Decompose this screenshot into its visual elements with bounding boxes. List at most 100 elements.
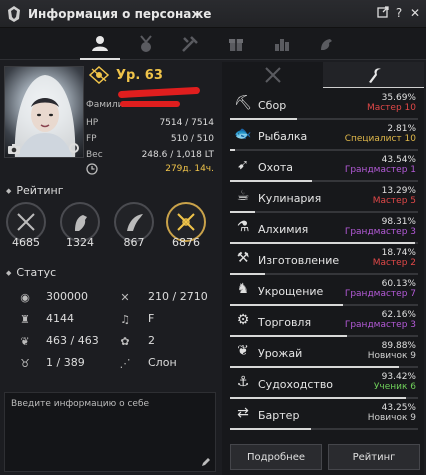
skill-progress-track [230, 211, 418, 213]
crossed-axes-icon [177, 213, 195, 231]
life-skill-row[interactable]: ⚒ Изготовление 18.74% Мастер 2 [230, 247, 418, 275]
tab-tools[interactable] [170, 28, 210, 60]
character-level: Ур. 63 [116, 68, 163, 83]
skill-percent: 2.81% [387, 124, 416, 134]
skill-percent: 43.25% [381, 403, 416, 413]
skill-percent: 60.13% [381, 279, 416, 289]
barter-icon: ⇄ [237, 405, 249, 421]
skill-percent: 62.16% [381, 310, 416, 320]
life-skill-row[interactable]: ➹ Охота 43.54% Грандмастер 1 [230, 154, 418, 182]
skill-progress-track [230, 304, 418, 306]
weight-row: Вес 248.6 / 1,018 LT [86, 150, 214, 160]
sailing-icon: ⚓ [236, 374, 250, 390]
coins-icon: ◉ [20, 290, 30, 304]
hp-label: HP [86, 118, 99, 128]
skill-name: Рыбалка [258, 130, 308, 143]
life-skill-row[interactable]: ♞ Укрощение 60.13% Грандмастер 7 [230, 278, 418, 306]
skill-percent: 93.42% [381, 372, 416, 382]
tab-medal[interactable] [126, 28, 166, 60]
tab-gift[interactable] [216, 28, 256, 60]
skill-progress-track [230, 242, 418, 244]
skill-progress-track [230, 428, 418, 430]
skill-progress-fill [230, 366, 399, 368]
skill-progress-track [230, 180, 418, 182]
skill-progress-fill [230, 211, 255, 213]
skill-tabs [222, 62, 424, 88]
skill-progress-fill [230, 397, 406, 399]
help-icon[interactable]: ? [392, 6, 406, 20]
life-skill-row[interactable]: ⚗ Алхимия 98.31% Грандмастер 3 [230, 216, 418, 244]
sickle-icon [368, 67, 381, 83]
settings-icon[interactable] [68, 142, 80, 154]
skill-rank: Специалист 10 [344, 134, 416, 144]
cooking-icon: ☕ [236, 188, 250, 204]
tab-combat[interactable] [222, 62, 323, 88]
rating-button[interactable]: Рейтинг [328, 444, 420, 470]
life-skill-row[interactable]: ⚙ Торговля 62.16% Грандмастер 3 [230, 309, 418, 337]
skill-progress-fill [230, 428, 312, 430]
horse-icon [75, 215, 87, 231]
camera-icon[interactable] [8, 144, 20, 154]
amity-icon: ✿ [120, 334, 130, 348]
skill-name: Бартер [258, 409, 300, 422]
rating-title: Рейтинг [6, 184, 63, 197]
rating-value-4: 6876 [172, 236, 200, 249]
life-skill-row[interactable]: 🐟 Рыбалка 2.81% Специалист 10 [230, 123, 418, 151]
alchemy-icon: ⚗ [236, 219, 250, 235]
fish-hook-icon [127, 214, 143, 231]
skill-progress-fill [230, 273, 266, 275]
skill-progress-track [230, 335, 418, 337]
about-input[interactable]: Введите информацию о себе [4, 392, 216, 472]
skill-progress-track [230, 149, 418, 151]
life-skill-row[interactable]: ⇄ Бартер 43.25% Новичок 9 [230, 402, 418, 430]
title-bar: Информация о персонаже ? ✕ [0, 0, 426, 28]
tab-pet[interactable] [306, 28, 346, 60]
export-icon[interactable] [376, 6, 390, 20]
life-skill-row[interactable]: ☕ Кулинария 13.29% Мастер 5 [230, 185, 418, 213]
details-button[interactable]: Подробнее [230, 444, 322, 470]
character-panel: Ур. 63 Фамилия: HP 7514 / 7514 FP 510 / 51… [0, 62, 218, 475]
training-icon: ♞ [236, 281, 250, 297]
hp-value: 7514 / 7514 [159, 118, 214, 128]
skill-percent: 98.31% [381, 217, 416, 227]
skill-percent: 89.88% [381, 341, 416, 351]
tab-life[interactable] [323, 62, 424, 88]
skill-rank: Грандмастер 3 [344, 227, 416, 237]
tab-character[interactable] [80, 28, 120, 60]
music-note-icon: ♫ [120, 312, 130, 326]
skill-rank: Грандмастер 1 [344, 165, 416, 175]
edit-pencil-icon[interactable] [201, 457, 211, 467]
fp-value: 510 / 510 [170, 134, 214, 144]
gift-icon [229, 39, 243, 51]
medal-icon [140, 35, 152, 52]
class-emblem-icon [88, 65, 110, 85]
skill-progress-fill [230, 242, 415, 244]
skill-rank: Мастер 5 [372, 196, 416, 206]
status-inventory: 1 / 389 [46, 356, 85, 369]
skill-rank: Мастер 2 [372, 258, 416, 268]
skill-name: Охота [258, 161, 294, 174]
crossed-swords-icon [17, 213, 35, 231]
close-icon[interactable]: ✕ [408, 6, 422, 20]
life-skill-row[interactable]: ⛏ Сбор 35.69% Мастер 10 [230, 92, 418, 120]
skill-progress-fill [230, 180, 312, 182]
character-portrait [4, 66, 84, 158]
fp-label: FP [86, 134, 97, 144]
skill-name: Судоходство [258, 378, 334, 391]
gathering-icon: ⛏ [234, 95, 252, 111]
skill-rank: Новичок 9 [367, 413, 416, 423]
weight-label: Вес [86, 150, 103, 160]
processing-icon: ⚒ [236, 250, 250, 266]
rating-value-2: 1324 [66, 236, 94, 249]
pickaxe-icon: ✕ [120, 290, 130, 304]
skill-name: Алхимия [258, 223, 309, 236]
life-skill-row[interactable]: ❦ Урожай 89.88% Новичок 9 [230, 340, 418, 368]
hp-row: HP 7514 / 7514 [86, 118, 214, 128]
status-contribution: 4144 [46, 312, 74, 325]
tab-stats[interactable] [262, 28, 302, 60]
category-tabs [0, 28, 426, 60]
clock-icon [86, 163, 98, 175]
life-skill-row[interactable]: ⚓ Судоходство 93.42% Ученик 6 [230, 371, 418, 399]
hunting-icon: ➹ [237, 157, 249, 173]
status-amity: 2 [148, 334, 155, 347]
